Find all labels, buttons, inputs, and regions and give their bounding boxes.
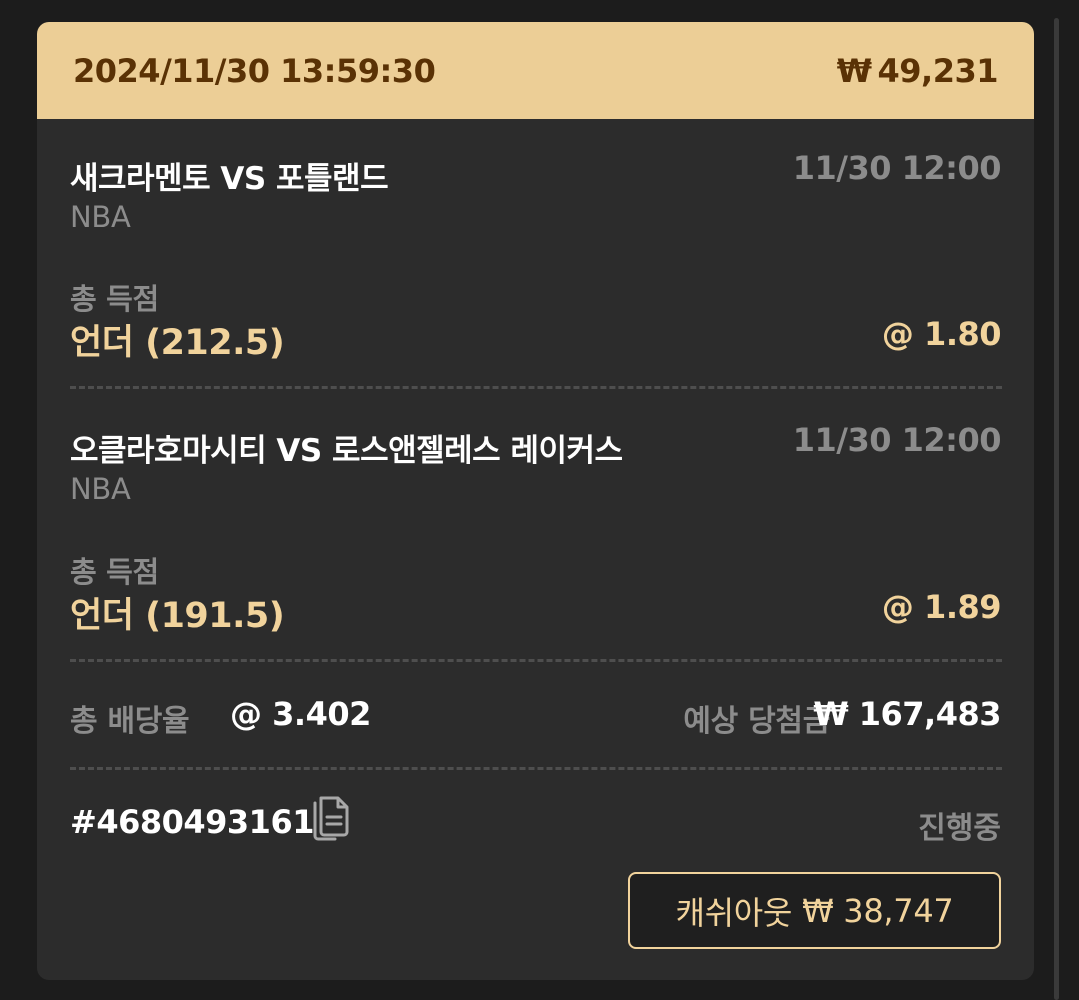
- bet-stake: ₩ 49,231: [836, 51, 999, 90]
- bet-slip-card: 2024/11/30 13:59:30 ₩ 49,231 새크라멘토 VS 포틀…: [37, 22, 1034, 980]
- market-name: 총 득점: [70, 555, 159, 589]
- league-name: NBA: [70, 200, 131, 234]
- bet-status: 진행중: [918, 811, 1001, 846]
- expected-win-label: 예상 당첨금: [683, 704, 830, 739]
- cashout-value: 38,747: [843, 891, 954, 930]
- selection-odds: @ 1.80: [881, 315, 1002, 353]
- bet-datetime: 2024/11/30 13:59:30: [73, 51, 436, 90]
- copy-document-icon[interactable]: [305, 795, 351, 845]
- won-currency-icon: ₩: [836, 51, 872, 90]
- selection-pick: 언더 (212.5): [70, 323, 285, 363]
- match-time: 11/30 12:00: [792, 149, 1002, 187]
- page-scrollbar[interactable]: [1054, 18, 1059, 1000]
- market-name: 총 득점: [70, 282, 159, 316]
- won-currency-icon: ₩: [802, 891, 834, 930]
- cashout-button[interactable]: 캐쉬아웃 ₩ 38,747: [628, 872, 1001, 949]
- bet-id: #4680493161: [70, 803, 314, 841]
- bet-slip-header: 2024/11/30 13:59:30 ₩ 49,231: [37, 22, 1034, 119]
- won-currency-icon: ₩: [813, 695, 849, 733]
- divider: [70, 767, 1002, 770]
- match-time: 11/30 12:00: [792, 421, 1002, 459]
- selection-odds: @ 1.89: [881, 588, 1002, 626]
- bet-stake-value: 49,231: [877, 51, 999, 90]
- expected-win-amount: ₩ 167,483: [813, 695, 1001, 733]
- cashout-label: 캐쉬아웃: [675, 893, 793, 932]
- divider: [70, 659, 1002, 662]
- total-odds-label: 총 배당율: [70, 704, 190, 739]
- match-title: 새크라멘토 VS 포틀랜드: [70, 161, 389, 197]
- expected-win-value: 167,483: [858, 695, 1002, 733]
- league-name: NBA: [70, 472, 131, 506]
- cashout-amount: ₩ 38,747: [802, 891, 954, 930]
- selection-pick: 언더 (191.5): [70, 596, 285, 636]
- divider: [70, 386, 1002, 389]
- total-odds-value: @ 3.402: [230, 695, 371, 733]
- match-title: 오클라호마시티 VS 로스앤젤레스 레이커스: [70, 433, 623, 469]
